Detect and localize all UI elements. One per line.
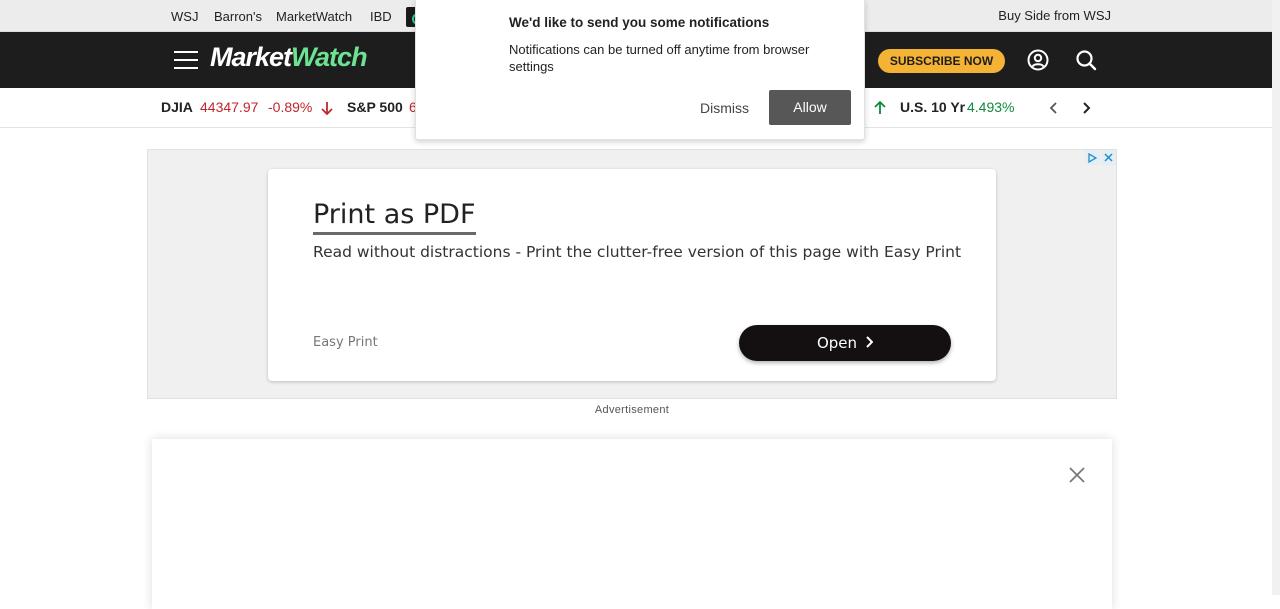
advertisement-label: Advertisement — [594, 404, 670, 416]
dismiss-button[interactable]: Dismiss — [677, 91, 772, 125]
ad-description: Read without distractions - Print the cl… — [313, 243, 962, 261]
link-barrons[interactable]: Barron's — [214, 9, 262, 24]
ticker-name-us10yr[interactable]: U.S. 10 Yr — [900, 99, 965, 115]
ad-open-label: Open — [816, 334, 858, 352]
logo-text-market: Market — [210, 42, 292, 72]
menu-icon[interactable] — [174, 51, 198, 69]
link-wsj[interactable]: WSJ — [171, 9, 198, 24]
chevron-right-icon — [866, 336, 874, 348]
logo-text-watch: Watch — [291, 42, 368, 72]
ad-badges — [1084, 150, 1116, 165]
notification-title: We'd like to send you some notifications — [509, 15, 770, 30]
subscribe-button[interactable]: SUBSCRIBE NOW — [878, 49, 1005, 73]
link-ibd[interactable]: IBD — [370, 9, 392, 24]
bottom-panel — [152, 439, 1112, 609]
ad-card[interactable]: Print as PDF Read without distractions -… — [268, 169, 996, 381]
notification-prompt: We'd like to send you some notifications… — [415, 0, 865, 140]
ticker-prev-icon[interactable] — [1046, 100, 1062, 116]
scrollbar[interactable] — [1272, 0, 1280, 595]
link-marketwatch[interactable]: MarketWatch — [276, 9, 352, 24]
ticker-name-djia[interactable]: DJIA — [161, 99, 193, 115]
ad-container: Print as PDF Read without distractions -… — [147, 149, 1117, 399]
close-icon[interactable] — [1067, 465, 1087, 485]
ad-open-button[interactable]: Open — [739, 325, 951, 361]
user-account-icon[interactable] — [1026, 48, 1050, 72]
buy-side-link[interactable]: Buy Side from WSJ — [998, 8, 1111, 23]
ticker-value-us10yr: 4.493% — [967, 99, 1015, 115]
ad-brand: Easy Print — [313, 335, 378, 350]
ad-headline[interactable]: Print as PDF — [313, 199, 476, 235]
allow-button[interactable]: Allow — [769, 90, 851, 125]
ticker-change-djia: -0.89% — [268, 99, 313, 115]
ad-close-icon[interactable] — [1101, 150, 1116, 165]
notification-body: Notifications can be turned off anytime … — [509, 42, 810, 74]
adchoices-icon[interactable] — [1085, 150, 1100, 165]
ticker-value-djia: 44347.97 — [200, 99, 259, 115]
arrow-up-icon — [874, 100, 886, 114]
arrow-down-icon — [321, 102, 333, 116]
search-icon[interactable] — [1074, 48, 1098, 72]
ticker-next-icon[interactable] — [1078, 100, 1094, 116]
site-logo[interactable]: MarketWatch — [210, 42, 368, 73]
ticker-name-sp500[interactable]: S&P 500 — [347, 99, 403, 115]
